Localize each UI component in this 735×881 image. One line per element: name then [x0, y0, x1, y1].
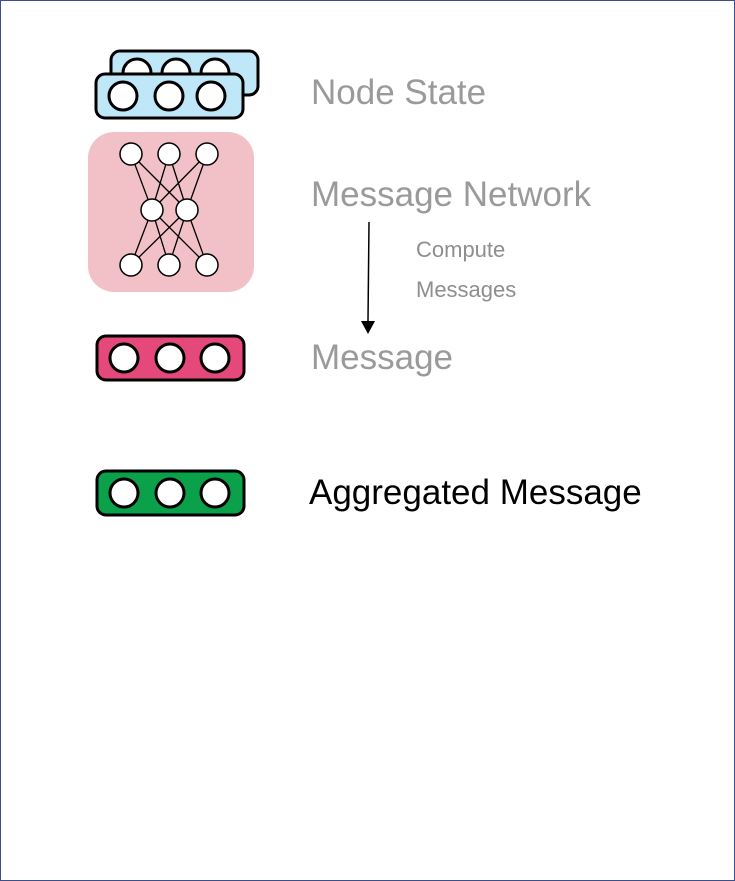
aggregated-message-icon	[95, 469, 246, 517]
compute-messages-label-line1: Compute	[416, 237, 506, 262]
aggregated-message-label: Aggregated Message	[309, 473, 642, 512]
node-state-icon	[94, 49, 260, 120]
message-label: Message	[311, 338, 454, 377]
message-network-label: Message Network	[311, 175, 592, 214]
compute-messages-label-line2: Messages	[416, 277, 517, 302]
node-state-label: Node State	[311, 73, 487, 112]
compute-messages-arrow	[361, 221, 375, 334]
message-network-icon	[88, 132, 254, 292]
message-icon	[95, 334, 246, 382]
legend-diagram	[88, 49, 375, 517]
